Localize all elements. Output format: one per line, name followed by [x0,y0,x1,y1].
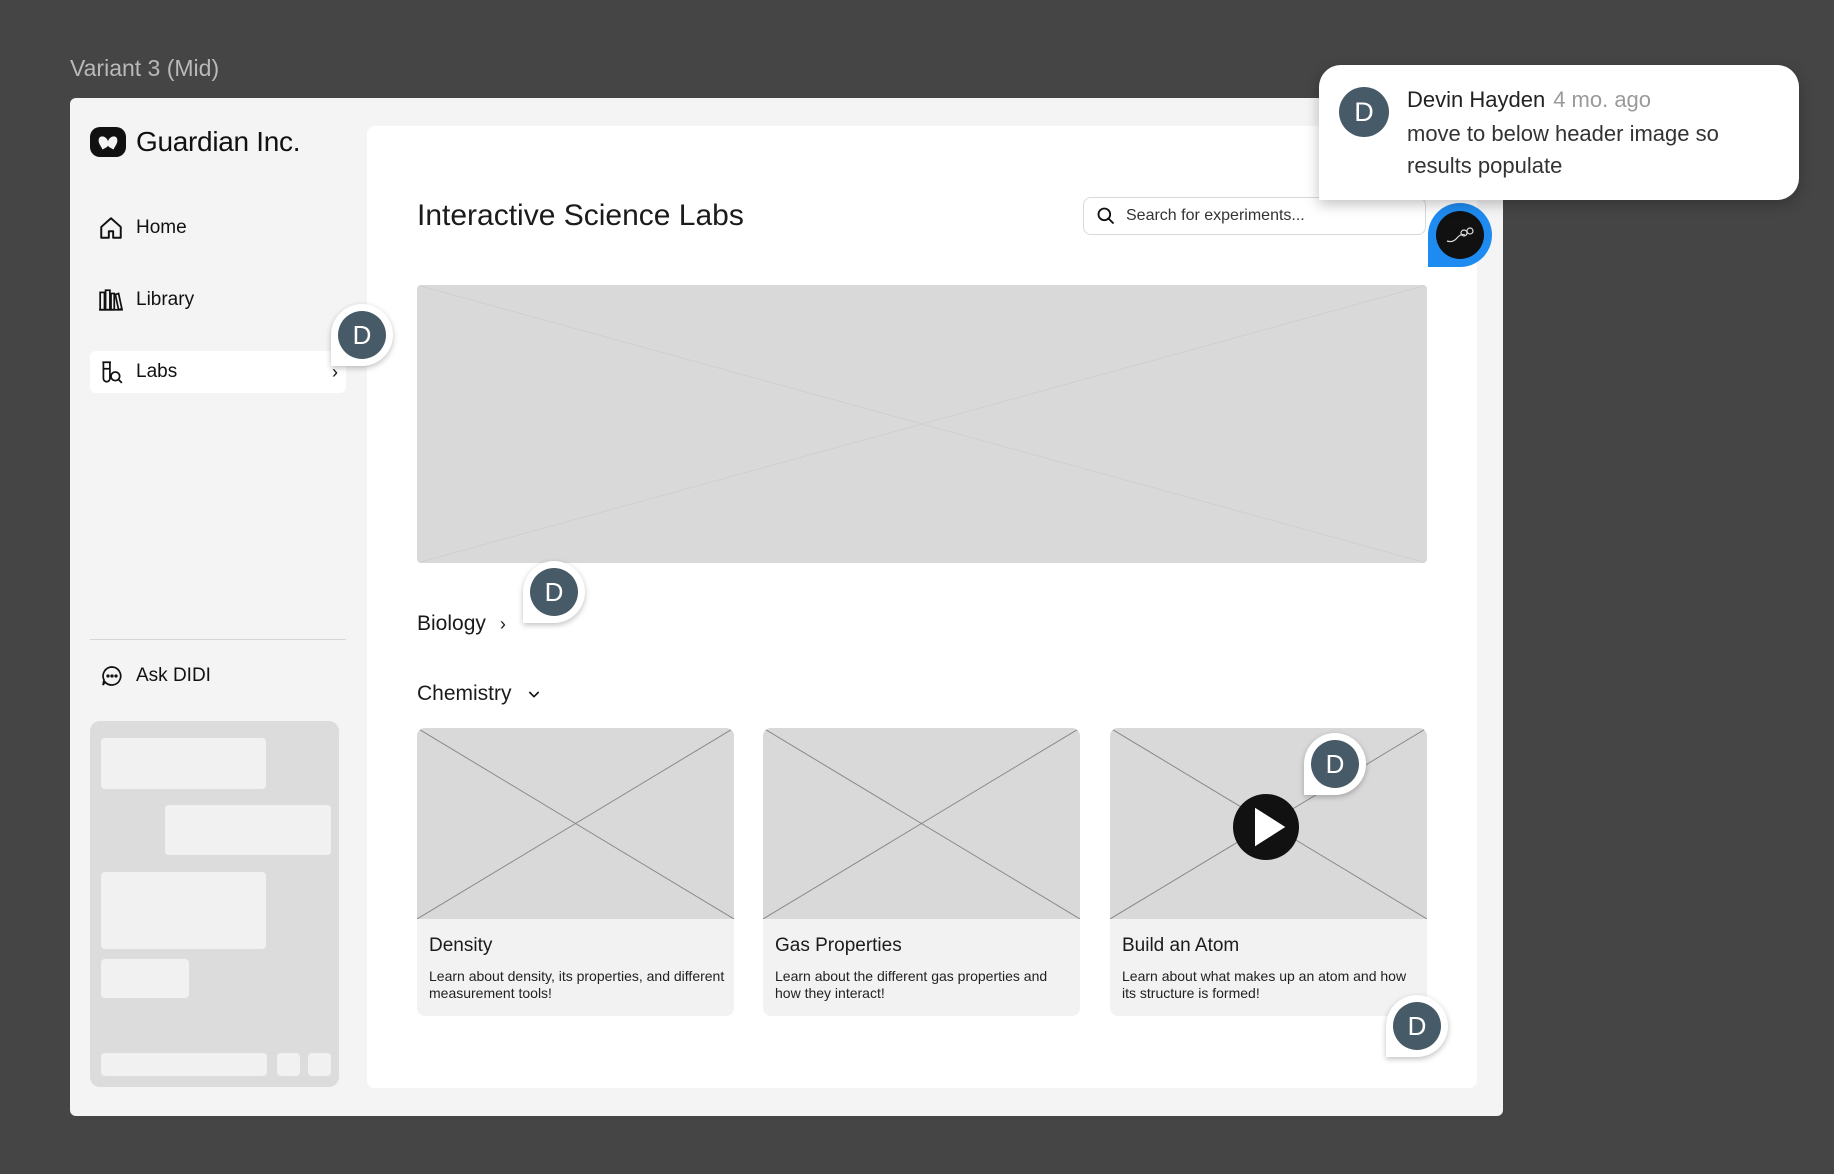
card-title: Gas Properties [775,935,902,956]
sidebar-item-label: Labs [136,361,178,382]
chat-bubble [101,872,266,949]
card-description: Learn about the different gas properties… [775,968,1048,1001]
play-icon [1255,807,1286,847]
comment-pin[interactable]: D [1386,995,1448,1057]
avatar: D [1393,1002,1441,1050]
section-biology[interactable]: Biology › [417,612,506,636]
avatar: D [530,568,578,616]
card-title: Density [429,935,493,956]
avatar-doodle-icon [1446,227,1474,243]
search-icon [1097,207,1115,225]
comment-text: move to below header image so results po… [1407,121,1719,178]
logo-text: Guardian Inc. [136,126,301,157]
card-title: Build an Atom [1122,935,1240,956]
chat-bubble [101,738,266,789]
card-description: Learn about density, its properties, and… [429,968,725,1001]
comment-popover[interactable]: D Devin Hayden 4 mo. ago move to below he… [1319,65,1799,200]
section-chemistry[interactable]: Chemistry [417,682,542,706]
section-label: Chemistry [417,682,512,705]
comment-timestamp: 4 mo. ago [1553,87,1652,112]
page-title: Interactive Science Labs [417,199,744,232]
home-icon [100,217,122,239]
comment-pin[interactable]: D [1304,733,1366,795]
card-image-placeholder [763,728,1080,919]
lab-card-gas-properties[interactable]: Gas Properties Learn about the different… [763,728,1080,1016]
sidebar-item-labs[interactable]: Labs › [90,351,346,393]
attach-button[interactable] [277,1053,300,1076]
play-button[interactable] [1233,794,1299,860]
variant-title: Variant 3 (Mid) [70,55,220,81]
ask-didi-button[interactable]: Ask DIDI [100,664,211,688]
labs-icon [102,361,123,384]
chevron-right-icon: › [499,613,506,634]
comment-header: Devin Hayden 4 mo. ago [1407,87,1651,113]
comment-pin[interactable]: D [523,561,585,623]
sidebar-item-home[interactable]: Home [90,207,346,249]
comment-pin[interactable]: D [331,304,393,366]
chevron-down-icon [528,691,539,698]
lab-card-density[interactable]: Density Learn about density, its propert… [417,728,734,1016]
lab-card-build-an-atom[interactable]: Build an Atom Learn about what makes up … [1110,728,1427,1016]
avatar: D [1311,740,1359,788]
library-icon [99,289,123,311]
ask-didi-label: Ask DIDI [136,665,211,686]
chat-icon [102,666,122,686]
logo[interactable]: Guardian Inc. [90,126,301,158]
section-label: Biology [417,612,486,635]
search-placeholder: Search for experiments... [1126,207,1305,224]
sidebar-divider [90,639,346,640]
card-image-placeholder [1110,728,1427,919]
avatar: D [338,311,386,359]
sidebar-item-label: Library [136,289,195,310]
active-comment-pin[interactable] [1428,203,1492,267]
sidebar-item-label: Home [136,217,187,238]
avatar: D [1339,87,1389,137]
sidebar-item-library[interactable]: Library [90,279,346,321]
user-avatar [1436,211,1484,259]
send-button[interactable] [308,1053,331,1076]
chat-input[interactable] [101,1053,267,1076]
card-description: Learn about what makes up an atom and ho… [1122,968,1407,1001]
comment-author: Devin Hayden [1407,87,1546,112]
chat-preview-panel [90,721,339,1087]
header-image-placeholder [417,285,1427,563]
logo-icon [90,127,126,157]
search-input[interactable]: Search for experiments... [1083,197,1426,235]
chat-bubble [101,959,189,998]
card-image-placeholder [417,728,734,919]
chat-bubble [165,805,331,855]
